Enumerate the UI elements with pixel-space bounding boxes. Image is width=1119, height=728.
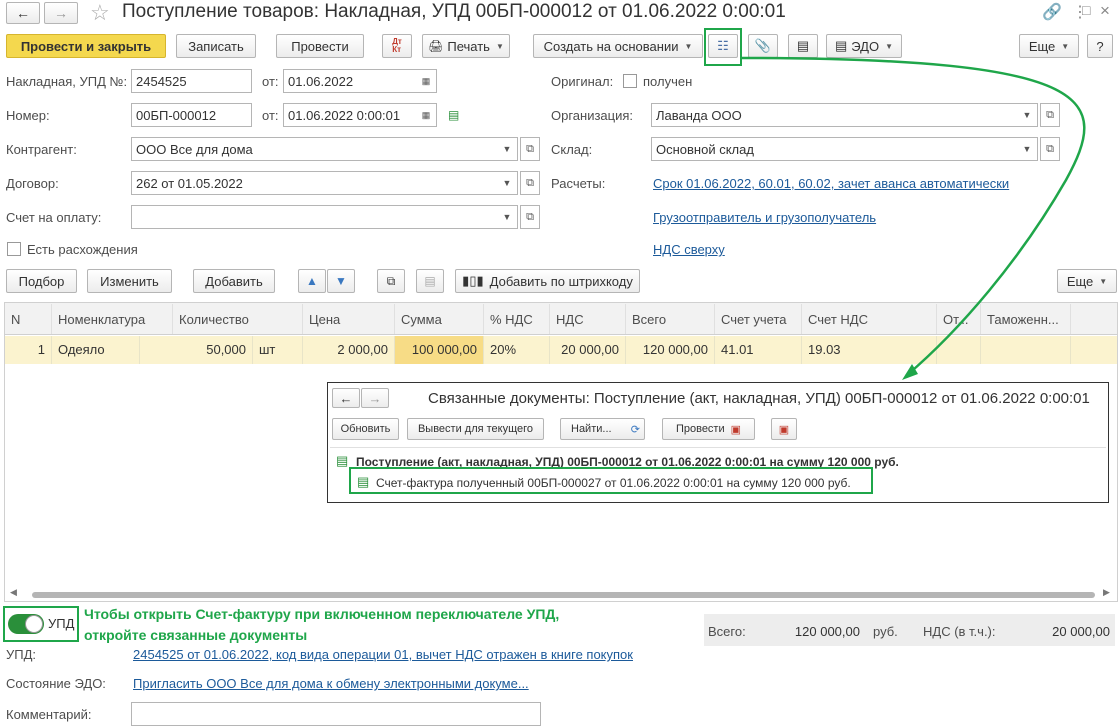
total-value: 120 000,00 (794, 624, 860, 639)
comment-field[interactable] (131, 702, 541, 726)
total-label: Всего: (708, 624, 746, 639)
hint-text: Чтобы открыть Счет-фактуру при включенно… (84, 606, 560, 643)
callout-arrow-path (741, 56, 1086, 377)
upd-label: УПД: (6, 647, 37, 662)
comment-label: Комментарий: (6, 707, 92, 722)
upd-toggle-knob (25, 615, 43, 633)
vat-value: 20 000,00 (1052, 624, 1110, 639)
edo-status-label: Состояние ЭДО: (6, 676, 106, 691)
upd-toggle[interactable] (8, 614, 44, 634)
total-currency: руб. (873, 624, 898, 639)
upd-toggle-label: УПД (48, 616, 75, 631)
vat-label: НДС (в т.ч.): (923, 624, 996, 639)
edo-status-link[interactable]: Пригласить ООО Все для дома к обмену эле… (133, 676, 529, 691)
upd-link[interactable]: 2454525 от 01.06.2022, код вида операции… (133, 647, 633, 662)
